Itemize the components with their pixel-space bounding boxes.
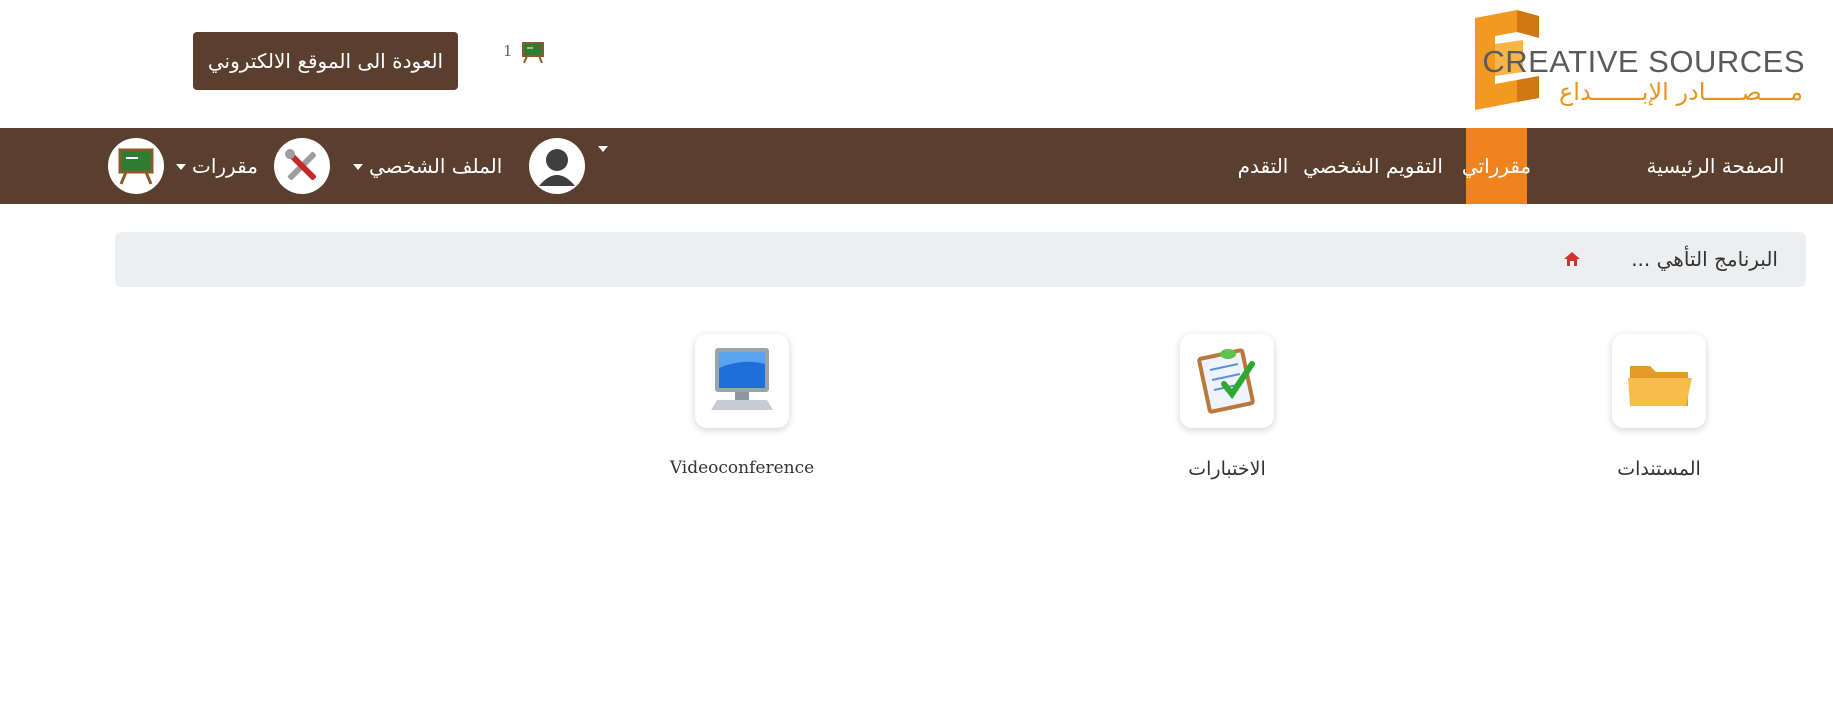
home-icon[interactable] xyxy=(1564,252,1580,266)
user-silhouette-icon xyxy=(531,140,583,192)
tool-icon-box[interactable] xyxy=(1612,334,1706,428)
courses-menu-label[interactable]: مقررات xyxy=(192,128,258,204)
computer-monitor-icon xyxy=(711,348,773,410)
nav-item-my-courses[interactable]: مقرراتي xyxy=(1462,128,1531,204)
nav-item-progress[interactable]: التقدم xyxy=(1236,128,1290,204)
site-header: CREATIVE SOURCES مــــصـــــادر الإبــــ… xyxy=(0,0,1833,128)
wrench-screwdriver-icon xyxy=(276,140,328,192)
tool-videoconference[interactable]: Videoconference xyxy=(617,334,867,494)
course-counter: 1 xyxy=(503,42,513,60)
folder-icon xyxy=(1628,366,1692,406)
tool-documents[interactable]: المستندات xyxy=(1534,334,1784,494)
quiz-checklist-icon xyxy=(1197,348,1255,414)
breadcrumb: البرنامج التأهي ... xyxy=(115,232,1806,287)
logo-text-en: CREATIVE SOURCES xyxy=(1482,44,1805,79)
tool-icon-box[interactable] xyxy=(1180,334,1274,428)
chevron-down-icon[interactable] xyxy=(176,164,186,170)
profile-menu-label[interactable]: الملف الشخصي xyxy=(369,128,502,204)
chevron-down-icon[interactable] xyxy=(353,164,363,170)
profile-tools-icon[interactable] xyxy=(274,138,330,194)
logo-text-ar: مــــصـــــادر الإبـــــــداع xyxy=(1558,78,1803,106)
tool-exams[interactable]: الاختبارات xyxy=(1102,334,1352,494)
tool-label: المستندات xyxy=(1617,458,1701,480)
chalkboard-icon xyxy=(522,42,544,64)
site-logo[interactable]: CREATIVE SOURCES مــــصـــــادر الإبــــ… xyxy=(1425,10,1805,110)
tool-icon-box[interactable] xyxy=(695,334,789,428)
chevron-down-icon[interactable] xyxy=(598,146,608,152)
tool-label: Videoconference xyxy=(669,458,815,478)
breadcrumb-current[interactable]: البرنامج التأهي ... xyxy=(1631,232,1778,287)
courses-menu-icon[interactable] xyxy=(108,138,164,194)
chalkboard-icon xyxy=(110,140,162,192)
nav-item-calendar[interactable]: التقويم الشخصي xyxy=(1294,128,1452,204)
tool-label: الاختبارات xyxy=(1188,458,1266,480)
user-avatar[interactable] xyxy=(529,138,585,194)
back-to-website-button[interactable]: العودة الى الموقع الالكتروني xyxy=(193,32,458,90)
nav-item-home[interactable]: الصفحة الرئيسية xyxy=(1633,128,1798,204)
